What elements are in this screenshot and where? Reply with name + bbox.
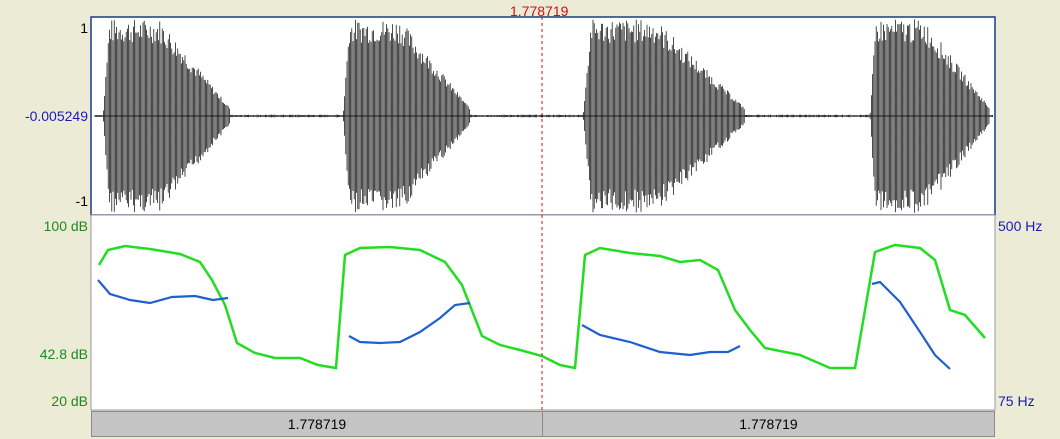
selection-bar-right[interactable]: 1.778719 <box>542 411 995 437</box>
sound-editor-plot[interactable] <box>0 0 1060 439</box>
selection-bar-left[interactable]: 1.778719 <box>91 411 543 437</box>
